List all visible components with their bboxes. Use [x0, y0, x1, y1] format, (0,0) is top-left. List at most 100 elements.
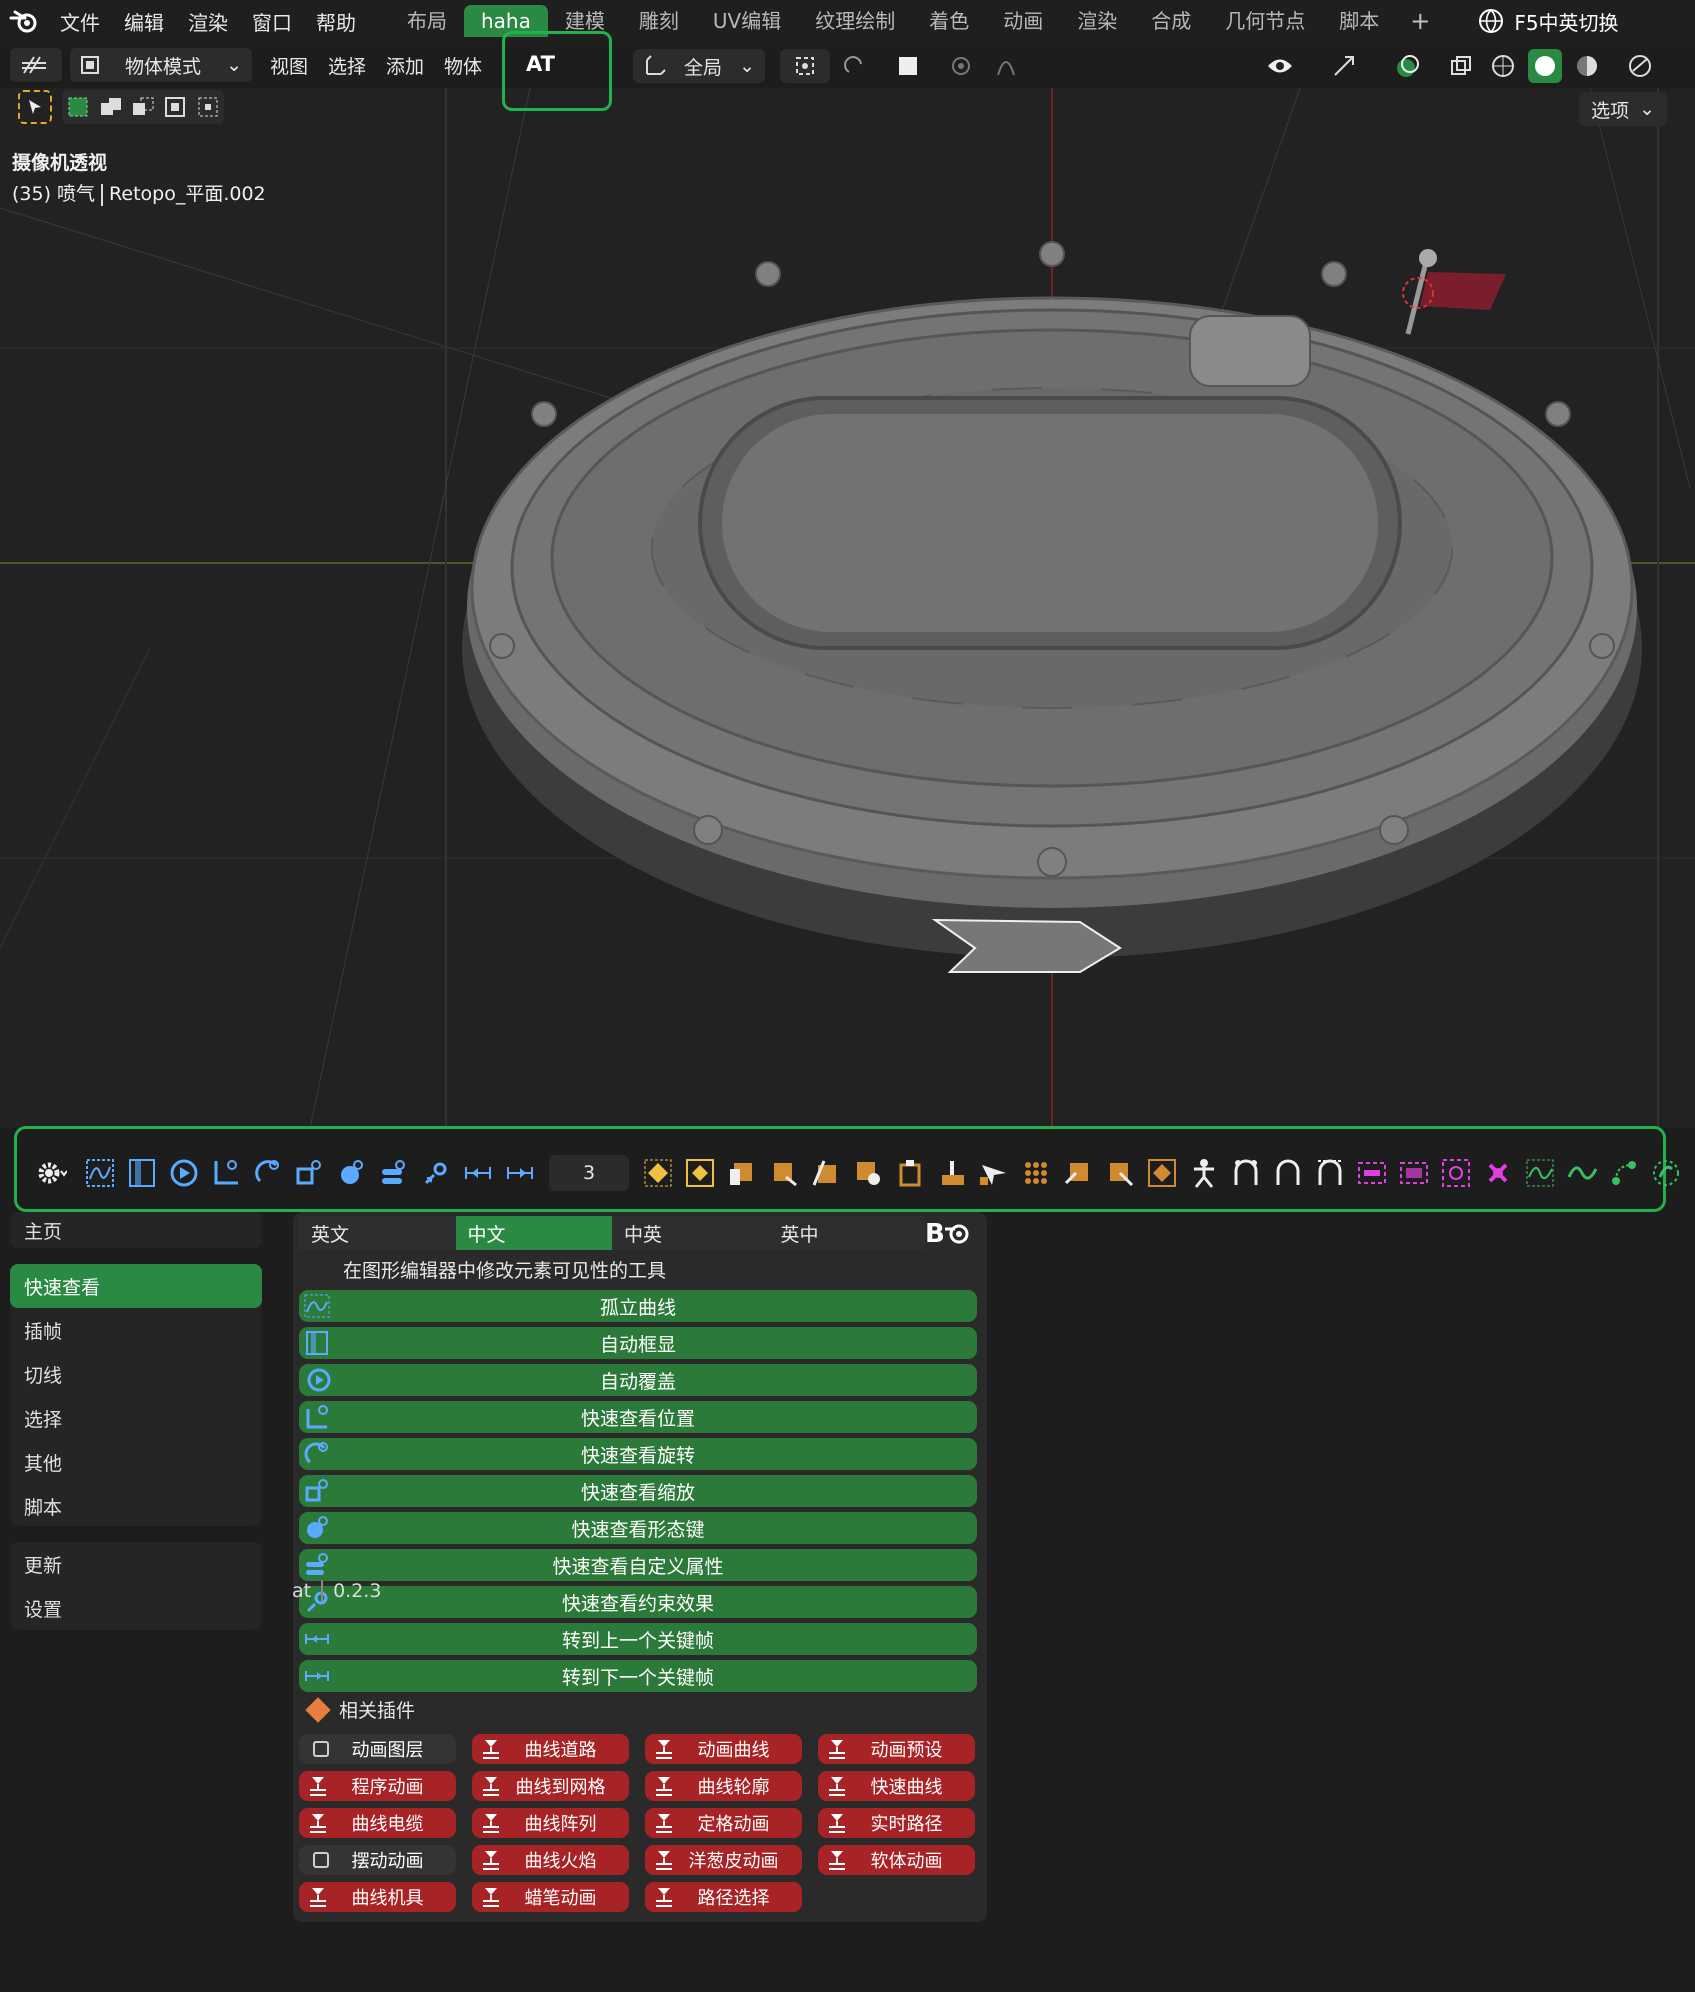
view-constraint-button[interactable]: 快速查看约束效果 — [299, 1586, 977, 1618]
transform-orientation-select[interactable]: 全局 ⌄ — [633, 49, 765, 83]
visibility-eye-icon[interactable] — [1252, 49, 1308, 83]
pivot-point-icon[interactable] — [780, 49, 830, 83]
keyframe-tool-b-icon[interactable] — [765, 1154, 803, 1192]
select-magenta-b-icon[interactable] — [1395, 1154, 1433, 1192]
prev-keyframe-icon[interactable] — [459, 1154, 497, 1192]
keyframe-tool-j-icon[interactable] — [1101, 1154, 1139, 1192]
tab-rendering[interactable]: 渲染 — [1060, 5, 1134, 37]
3d-viewport[interactable]: 摄像机透视 (35) 喷气 Retopo_平面.002 — [0, 88, 1695, 1128]
select-cursor-icon[interactable] — [18, 90, 52, 124]
view-custom-property-icon[interactable] — [375, 1154, 413, 1192]
curve-green-d-icon[interactable] — [1647, 1154, 1685, 1192]
auto-frame-icon[interactable] — [123, 1154, 161, 1192]
options-button[interactable]: 选项 ⌄ — [1579, 92, 1667, 126]
wireframe-shading-icon[interactable] — [1486, 49, 1520, 83]
auto-overlay-icon[interactable] — [165, 1154, 203, 1192]
tab-layout[interactable]: 布局 — [390, 5, 464, 37]
proportional-edit-icon[interactable] — [944, 49, 978, 83]
isolate-curve-button[interactable]: 孤立曲线 — [299, 1290, 977, 1322]
prev-keyframe-button[interactable]: 转到上一个关键帧 — [299, 1623, 977, 1655]
tab-scripting[interactable]: 脚本 — [1322, 5, 1396, 37]
plugin-button[interactable]: 蜡笔动画 — [472, 1882, 629, 1912]
plugin-button[interactable]: 程序动画 — [299, 1771, 456, 1801]
plugin-button[interactable]: 动画预设 — [818, 1734, 975, 1764]
bone-tool-c-icon[interactable] — [1311, 1154, 1349, 1192]
checkbox-icon[interactable] — [313, 1852, 329, 1868]
sidebar-item-other[interactable]: 其他 — [10, 1440, 262, 1484]
tab-geometry-nodes[interactable]: 几何节点 — [1208, 5, 1322, 37]
view-scale-button[interactable]: 快速查看缩放 — [299, 1475, 977, 1507]
snap-icon[interactable] — [838, 49, 872, 83]
sidebar-item-home[interactable]: 主页 — [10, 1212, 262, 1248]
view-rotation-button[interactable]: 快速查看旋转 — [299, 1438, 977, 1470]
view-rotation-icon[interactable] — [249, 1154, 287, 1192]
tab-english-chinese[interactable]: 英中 — [768, 1216, 925, 1250]
falloff-icon[interactable] — [986, 49, 1036, 83]
rendered-shading-icon[interactable] — [1612, 49, 1668, 83]
curve-green-c-icon[interactable] — [1605, 1154, 1643, 1192]
keyframe-tool-a-icon[interactable] — [723, 1154, 761, 1192]
sidebar-item-script[interactable]: 脚本 — [10, 1484, 262, 1528]
keyframe-tool-c-icon[interactable] — [807, 1154, 845, 1192]
view-constraint-icon[interactable] — [417, 1154, 455, 1192]
keyframe-tool-k-icon[interactable] — [1143, 1154, 1181, 1192]
select-mode-group[interactable] — [62, 90, 224, 124]
plugin-button[interactable]: 曲线阵列 — [472, 1808, 629, 1838]
plugin-button[interactable]: 曲线到网格 — [472, 1771, 629, 1801]
menu-edit[interactable]: 编辑 — [112, 7, 176, 36]
keyframe-icon[interactable] — [681, 1154, 719, 1192]
add-workspace-button[interactable]: + — [1396, 7, 1444, 35]
plugin-button[interactable]: 曲线轮廓 — [645, 1771, 802, 1801]
tab-chinese-english[interactable]: 中英 — [612, 1216, 769, 1250]
keyframe-tool-d-icon[interactable] — [849, 1154, 887, 1192]
keyframe-insert-icon[interactable] — [639, 1154, 677, 1192]
select-magenta-d-icon[interactable] — [1479, 1154, 1517, 1192]
curve-green-a-icon[interactable] — [1521, 1154, 1559, 1192]
plugin-button[interactable]: 曲线火焰 — [472, 1845, 629, 1875]
plugin-button[interactable]: 曲线道路 — [472, 1734, 629, 1764]
next-keyframe-icon[interactable] — [501, 1154, 539, 1192]
tab-chinese[interactable]: 中文 — [455, 1216, 612, 1250]
tab-english[interactable]: 英文 — [299, 1216, 456, 1250]
editor-type-button[interactable] — [10, 48, 62, 82]
solid-shading-icon[interactable] — [1528, 49, 1562, 83]
sidebar-item-update[interactable]: 更新 — [10, 1542, 262, 1586]
plugin-button[interactable]: 实时路径 — [818, 1808, 975, 1838]
auto-frame-button[interactable]: 自动框显 — [299, 1327, 977, 1359]
menu-add[interactable]: 添加 — [376, 48, 434, 82]
lang-switch-button[interactable]: F5中英切换 — [1478, 7, 1619, 36]
keyframe-tool-i-icon[interactable] — [1059, 1154, 1097, 1192]
keyframe-tool-f-icon[interactable] — [933, 1154, 971, 1192]
tab-sculpting[interactable]: 雕刻 — [622, 5, 696, 37]
armature-pose-icon[interactable] — [1185, 1154, 1223, 1192]
sidebar-item-tangent[interactable]: 切线 — [10, 1352, 262, 1396]
view-scale-icon[interactable] — [291, 1154, 329, 1192]
select-magenta-a-icon[interactable] — [1353, 1154, 1391, 1192]
plugin-button[interactable]: 路径选择 — [645, 1882, 802, 1912]
view-location-icon[interactable] — [207, 1154, 245, 1192]
sidebar-item-insert-frame[interactable]: 插帧 — [10, 1308, 262, 1352]
curve-green-b-icon[interactable] — [1563, 1154, 1601, 1192]
next-keyframe-button[interactable]: 转到下一个关键帧 — [299, 1660, 977, 1692]
plugin-button[interactable]: 动画图层 — [299, 1734, 456, 1764]
bone-tool-b-icon[interactable] — [1269, 1154, 1307, 1192]
tab-uv-editing[interactable]: UV编辑 — [696, 5, 798, 37]
sidebar-item-quick-view[interactable]: 快速查看 — [10, 1264, 262, 1308]
tab-compositing[interactable]: 合成 — [1134, 5, 1208, 37]
plugin-button[interactable]: 动画曲线 — [645, 1734, 802, 1764]
menu-render[interactable]: 渲染 — [176, 7, 240, 36]
auto-overlay-button[interactable]: 自动覆盖 — [299, 1364, 977, 1396]
plugin-button[interactable]: 曲线电缆 — [299, 1808, 456, 1838]
gear-icon[interactable] — [25, 1154, 77, 1192]
blender-logo-icon[interactable] — [0, 0, 48, 42]
menu-file[interactable]: 文件 — [48, 7, 112, 36]
view-location-button[interactable]: 快速查看位置 — [299, 1401, 977, 1433]
menu-window[interactable]: 窗口 — [240, 7, 304, 36]
plugin-button[interactable]: 摆动动画 — [299, 1845, 456, 1875]
view-shape-key-button[interactable]: 快速查看形态键 — [299, 1512, 977, 1544]
plugin-button[interactable]: 软体动画 — [818, 1845, 975, 1875]
gizmo-icon[interactable] — [1316, 49, 1372, 83]
plugin-button[interactable]: 洋葱皮动画 — [645, 1845, 802, 1875]
menu-view[interactable]: 视图 — [260, 48, 318, 82]
select-magenta-c-icon[interactable] — [1437, 1154, 1475, 1192]
